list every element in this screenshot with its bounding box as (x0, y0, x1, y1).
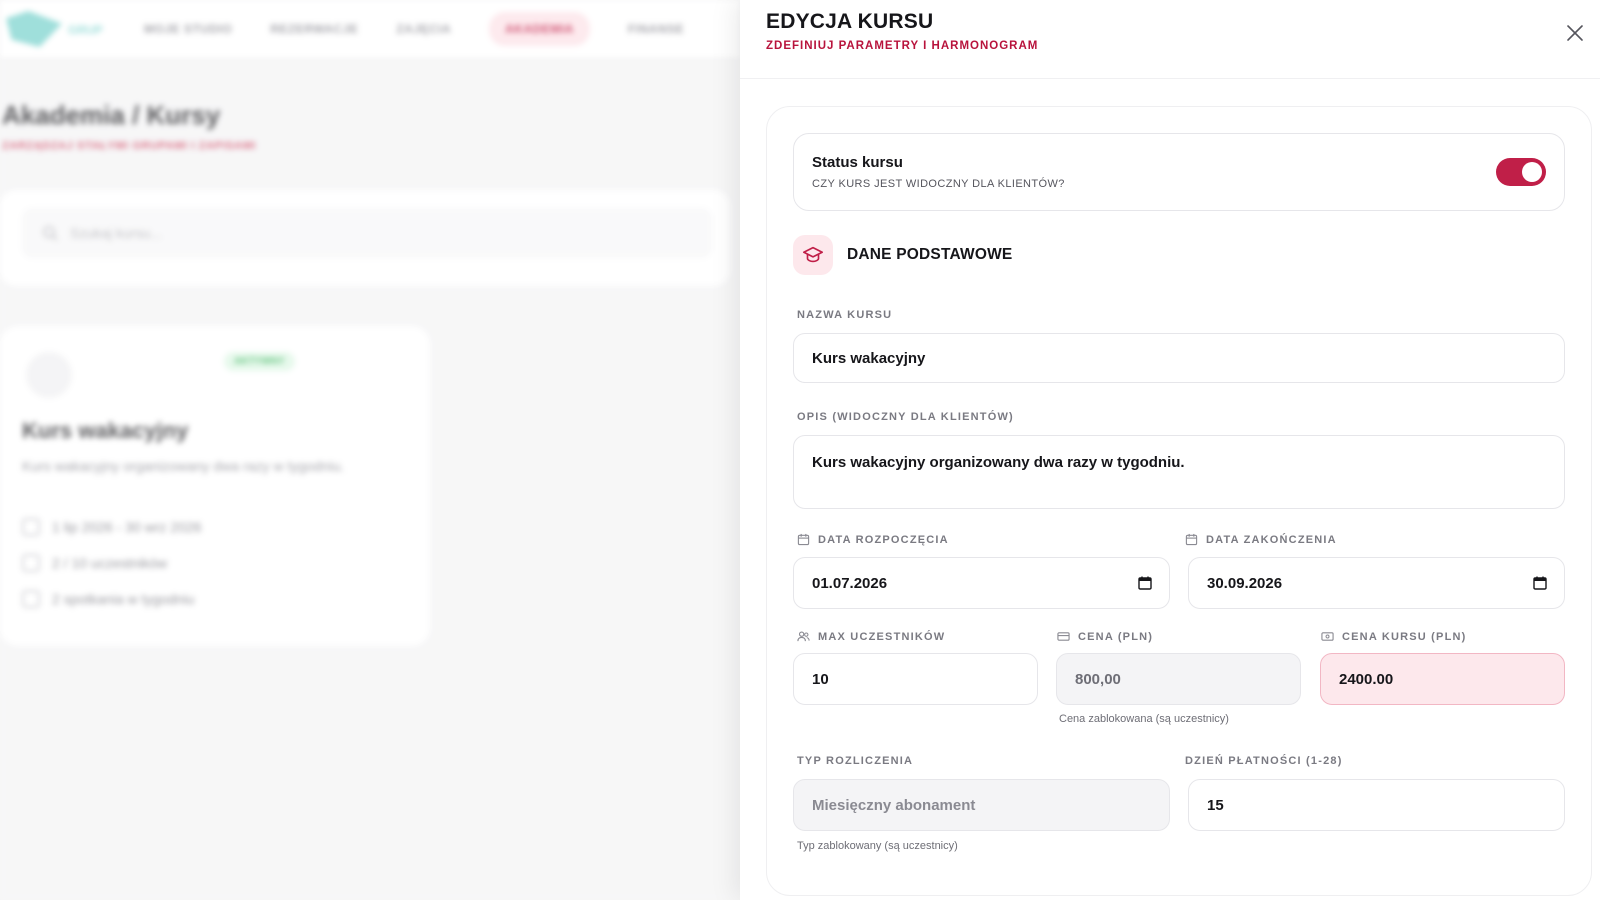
status-title: Status kursu (812, 154, 903, 171)
price-label: CENA (PLN) (1057, 630, 1153, 643)
toggle-knob (1522, 162, 1542, 182)
calendar-icon (1185, 533, 1198, 546)
modal-backdrop[interactable] (0, 0, 740, 900)
start-date-label: DATA ROZPOCZĘCIA (797, 533, 949, 546)
end-date-label-text: DATA ZAKOŃCZENIA (1206, 533, 1337, 546)
close-button[interactable] (1564, 22, 1586, 44)
status-box: Status kursu CZY KURS JEST WIDOCZNY DLA … (793, 133, 1565, 211)
calendar-picker-icon[interactable] (1532, 575, 1548, 591)
price-label-text: CENA (PLN) (1078, 630, 1154, 643)
course-form: Status kursu CZY KURS JEST WIDOCZNY DLA … (766, 106, 1592, 896)
billing-type-select[interactable]: Miesięczny abonament (793, 779, 1170, 831)
max-participants-input[interactable]: 10 (793, 653, 1038, 705)
end-date-label: DATA ZAKOŃCZENIA (1185, 533, 1337, 546)
money-icon (1057, 632, 1070, 641)
course-price-input[interactable]: 2400.00 (1320, 653, 1565, 705)
end-date-value: 30.09.2026 (1207, 574, 1283, 592)
start-date-label-text: DATA ROZPOCZĘCIA (818, 533, 949, 546)
status-toggle[interactable] (1496, 158, 1546, 186)
end-date-input[interactable]: 30.09.2026 (1188, 557, 1565, 609)
calendar-icon (797, 533, 810, 546)
start-date-input[interactable]: 01.07.2026 (793, 557, 1170, 609)
drawer-title: EDYCJA KURSU (766, 10, 934, 33)
payment-day-label: DZIEŃ PŁATNOŚCI (1-28) (1185, 755, 1343, 767)
calendar-picker-icon[interactable] (1137, 575, 1153, 591)
price-input[interactable]: 800,00 (1056, 653, 1301, 705)
section-header: DANE PODSTAWOWE (793, 235, 1012, 275)
billing-locked-hint: Typ zablokowany (są uczestnicy) (797, 840, 958, 852)
status-description: CZY KURS JEST WIDOCZNY DLA KLIENTÓW? (812, 178, 1065, 190)
edit-course-drawer: EDYCJA KURSU ZDEFINIUJ PARAMETRY I HARMO… (740, 0, 1600, 900)
drawer-subtitle: ZDEFINIUJ PARAMETRY I HARMONOGRAM (766, 40, 1039, 52)
users-icon (797, 631, 810, 642)
max-participants-label: MAX UCZESTNIKÓW (797, 630, 945, 643)
payment-day-input[interactable]: 15 (1188, 779, 1565, 831)
drawer-header: EDYCJA KURSU ZDEFINIUJ PARAMETRY I HARMO… (766, 10, 1600, 52)
course-name-input[interactable]: Kurs wakacyjny (793, 333, 1565, 383)
start-date-value: 01.07.2026 (812, 574, 888, 592)
max-participants-label-text: MAX UCZESTNIKÓW (818, 630, 946, 643)
description-label: OPIS (WIDOCZNY DLA KLIENTÓW) (797, 411, 1014, 423)
section-title: DANE PODSTAWOWE (847, 246, 1013, 263)
wallet-icon (1321, 632, 1334, 641)
course-price-label-text: CENA KURSU (PLN) (1342, 630, 1467, 643)
header-divider (740, 78, 1600, 79)
billing-type-label: TYP ROZLICZENIA (797, 755, 914, 767)
price-locked-hint: Cena zablokowana (są uczestnicy) (1059, 713, 1229, 725)
close-icon (1567, 25, 1583, 41)
graduation-cap-icon (793, 235, 833, 275)
description-textarea[interactable]: Kurs wakacyjny organizowany dwa razy w t… (793, 435, 1565, 509)
course-price-label: CENA KURSU (PLN) (1321, 630, 1467, 643)
course-name-label: NAZWA KURSU (797, 309, 893, 321)
